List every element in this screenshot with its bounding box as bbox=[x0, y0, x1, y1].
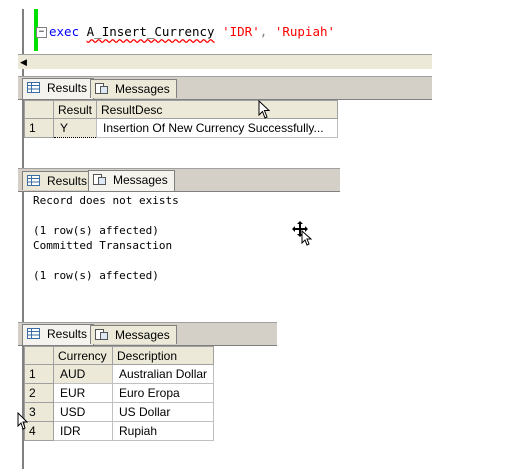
row-number: 3 bbox=[24, 402, 54, 422]
results-tabstrip-1: Results Messages bbox=[18, 76, 432, 100]
row-number: 4 bbox=[24, 421, 54, 441]
results-tabstrip-2: Results Messages bbox=[18, 168, 340, 192]
messages-icon bbox=[93, 174, 106, 185]
argument-currency-code: 'IDR' bbox=[222, 24, 260, 39]
row-number: 1 bbox=[24, 118, 54, 138]
cell-description[interactable]: Rupiah bbox=[111, 421, 215, 441]
procedure-name: A_Insert_Currency bbox=[86, 24, 215, 39]
table-row[interactable]: 1 AUD Australian Dollar bbox=[24, 364, 215, 384]
tab-results-1[interactable]: Results bbox=[22, 78, 95, 99]
column-header-resultdesc[interactable]: ResultDesc bbox=[96, 100, 339, 119]
table-row[interactable]: 4 IDR Rupiah bbox=[24, 421, 215, 441]
tab-messages-label: Messages bbox=[115, 328, 170, 342]
messages-icon bbox=[95, 83, 108, 94]
sql-code-line[interactable]: exec A_Insert_Currency 'IDR', 'Rupiah' bbox=[49, 24, 335, 39]
messages-output: Record does not exists (1 row(s) affecte… bbox=[33, 193, 179, 283]
cell-description[interactable]: Australian Dollar bbox=[111, 364, 215, 384]
column-header-currency[interactable]: Currency bbox=[53, 346, 113, 365]
result-grid-1: Result ResultDesc 1 Y Insertion Of New C… bbox=[24, 100, 339, 138]
table-row[interactable]: 2 EUR Euro Eropa bbox=[24, 383, 215, 403]
grid-icon bbox=[27, 82, 40, 93]
collapse-icon[interactable]: − bbox=[36, 27, 47, 38]
tab-results-3[interactable]: Results bbox=[22, 324, 95, 345]
row-number: 2 bbox=[24, 383, 54, 403]
argument-separator: , bbox=[259, 24, 268, 39]
table-row[interactable]: 3 USD US Dollar bbox=[24, 402, 215, 422]
message-line: (1 row(s) affected) bbox=[33, 269, 159, 282]
table-row[interactable]: 1 Y Insertion Of New Currency Successful… bbox=[24, 118, 339, 138]
row-header-corner bbox=[24, 100, 54, 119]
cell-currency[interactable]: IDR bbox=[53, 421, 113, 441]
tab-messages-2[interactable]: Messages bbox=[88, 170, 175, 191]
row-header-corner bbox=[24, 346, 54, 365]
exec-keyword: exec bbox=[49, 24, 80, 39]
tab-messages-1[interactable]: Messages bbox=[90, 79, 177, 98]
resize-cursor-icon bbox=[17, 412, 28, 430]
message-line: (1 row(s) affected) bbox=[33, 224, 159, 237]
cell-description[interactable]: Euro Eropa bbox=[111, 383, 215, 403]
results-tabstrip-3: Results Messages bbox=[18, 322, 277, 346]
tab-messages-label: Messages bbox=[115, 82, 170, 96]
cell-currency[interactable]: AUD bbox=[53, 364, 113, 384]
column-header-description[interactable]: Description bbox=[111, 346, 215, 365]
tab-results-label: Results bbox=[47, 174, 88, 188]
tab-results-label: Results bbox=[47, 327, 88, 341]
tab-results-2[interactable]: Results bbox=[22, 171, 95, 190]
message-line bbox=[33, 253, 179, 268]
messages-icon bbox=[95, 329, 108, 340]
message-line: Record does not exists bbox=[33, 194, 179, 207]
move-cursor-icon bbox=[292, 221, 313, 246]
scroll-left-icon[interactable]: ◀ bbox=[20, 57, 27, 68]
tab-messages-3[interactable]: Messages bbox=[90, 325, 177, 344]
editor-horizontal-scrollbar[interactable]: ◀ bbox=[18, 54, 432, 69]
argument-currency-name: 'Rupiah' bbox=[274, 24, 336, 39]
cell-currency[interactable]: EUR bbox=[53, 383, 113, 403]
cell-resultdesc[interactable]: Insertion Of New Currency Successfully..… bbox=[96, 118, 339, 138]
arrow-cursor-icon bbox=[258, 100, 271, 119]
cell-description[interactable]: US Dollar bbox=[111, 402, 215, 422]
message-line: Committed Transaction bbox=[33, 239, 173, 252]
tab-messages-label: Messages bbox=[113, 173, 168, 187]
grid-icon bbox=[27, 328, 40, 339]
tab-results-label: Results bbox=[47, 81, 88, 95]
cell-currency[interactable]: USD bbox=[53, 402, 113, 422]
message-line bbox=[33, 208, 179, 223]
row-number: 1 bbox=[24, 364, 54, 384]
result-grid-2: Currency Description 1 AUD Australian Do… bbox=[24, 346, 215, 441]
cell-result[interactable]: Y bbox=[52, 118, 98, 138]
grid-icon bbox=[27, 175, 40, 186]
column-header-result[interactable]: Result bbox=[52, 100, 98, 119]
